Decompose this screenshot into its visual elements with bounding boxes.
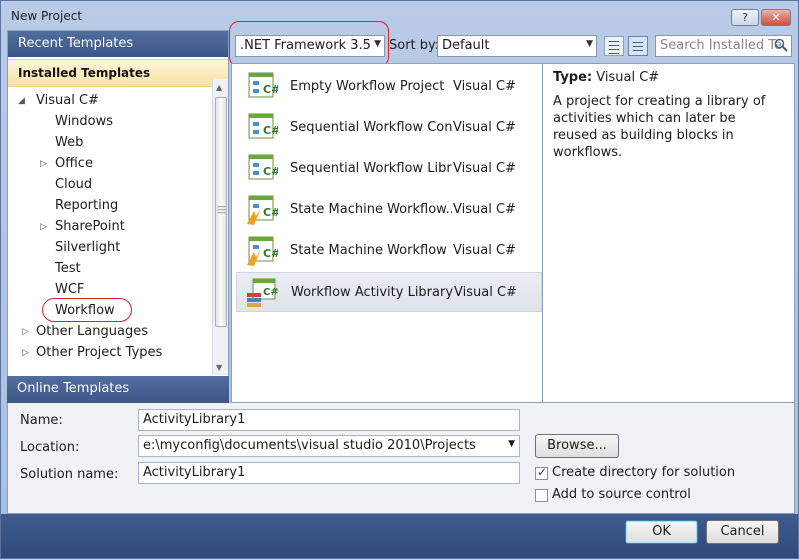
state-machine-workflow-icon: C#: [247, 236, 278, 266]
list-item-selected[interactable]: C# Workflow Activity Library Visual C#: [236, 272, 542, 312]
template-type: Type: Visual C#: [553, 70, 784, 85]
ok-button[interactable]: OK: [625, 520, 698, 544]
tree-item-label: Visual C#: [36, 93, 99, 108]
small-icons-view-button[interactable]: [604, 36, 624, 56]
svg-text:C#: C#: [263, 247, 278, 260]
sequential-workflow-icon: C#: [248, 154, 278, 180]
scroll-down-icon[interactable]: ▼: [216, 363, 222, 372]
create-directory-label[interactable]: Create directory for solution: [552, 465, 735, 480]
add-source-control-checkbox[interactable]: [535, 489, 548, 502]
tree-item-wcf[interactable]: WCF: [55, 282, 84, 302]
activity-library-icon: C#: [247, 278, 279, 307]
template-name: Sequential Workflow Libra...: [290, 161, 452, 176]
sort-by-label: Sort by:: [389, 38, 440, 53]
template-description: A project for creating a library of acti…: [553, 94, 766, 160]
title-bar: New Project ? ✕: [1, 1, 798, 28]
tree-item-label: Office: [55, 156, 93, 171]
collapsed-arrow-icon[interactable]: ▷: [22, 327, 29, 337]
cancel-button[interactable]: Cancel: [706, 520, 779, 544]
template-list: C# Empty Workflow Project Visual C# C# S…: [231, 63, 543, 403]
tree-item-windows[interactable]: Windows: [55, 114, 113, 134]
svg-text:C#: C#: [263, 206, 278, 219]
tree-scrollbar[interactable]: ▲ — — — ▼: [212, 79, 228, 375]
template-language: Visual C#: [454, 285, 517, 300]
tree-item-label: Other Languages: [36, 324, 148, 339]
template-language: Visual C#: [453, 202, 516, 217]
list-item[interactable]: C# Sequential Workflow Libra... Visual C…: [236, 149, 542, 189]
tree-item-web[interactable]: Web: [55, 135, 83, 155]
grip-icon: — — —: [217, 202, 226, 218]
scroll-thumb[interactable]: — — —: [215, 97, 227, 327]
framework-select[interactable]: .NET Framework 3.5 ▼: [235, 35, 385, 57]
toolbar: .NET Framework 3.5 ▼ Sort by: Default ▼ …: [229, 21, 795, 67]
create-directory-checkbox[interactable]: [535, 465, 548, 480]
template-name: Workflow Activity Library: [291, 285, 453, 300]
project-form: Name: ActivityLibrary1 Location: e:\myco…: [7, 403, 795, 514]
location-value: e:\myconfig\documents\visual studio 2010…: [143, 438, 476, 453]
template-description-pane: Type: Visual C# A project for creating a…: [543, 63, 795, 403]
chevron-down-icon: ▼: [586, 39, 593, 49]
type-value: Visual C#: [596, 70, 660, 85]
tree-item-workflow[interactable]: Workflow: [55, 303, 115, 323]
medium-icons-view-button[interactable]: [628, 36, 648, 56]
framework-value: .NET Framework 3.5: [240, 38, 371, 53]
template-language: Visual C#: [453, 161, 516, 176]
template-name: State Machine Workflow...: [290, 202, 452, 217]
svg-text:C#: C#: [263, 83, 278, 96]
browse-button[interactable]: Browse...: [535, 434, 619, 458]
template-language: Visual C#: [453, 243, 516, 258]
tree-item-silverlight[interactable]: Silverlight: [55, 240, 120, 260]
solution-name-label: Solution name:: [20, 467, 119, 482]
template-name: Sequential Workflow Cons...: [290, 120, 452, 135]
template-language: Visual C#: [453, 120, 516, 135]
tree-item-cloud[interactable]: Cloud: [55, 177, 92, 197]
location-label: Location:: [20, 440, 80, 455]
dialog-footer: OK Cancel: [1, 514, 798, 558]
online-templates-header[interactable]: Online Templates: [7, 376, 229, 403]
list-item[interactable]: C# State Machine Workflow... Visual C#: [236, 190, 542, 230]
state-machine-workflow-icon: C#: [247, 195, 278, 225]
collapsed-arrow-icon[interactable]: ▷: [22, 348, 29, 358]
recent-templates-header[interactable]: Recent Templates: [8, 31, 228, 57]
sort-value: Default: [442, 38, 490, 53]
sequential-workflow-icon: C#: [248, 113, 278, 139]
add-source-control-label[interactable]: Add to source control: [552, 487, 691, 502]
tree-item-reporting[interactable]: Reporting: [55, 198, 118, 218]
list-item[interactable]: C# Sequential Workflow Cons... Visual C#: [236, 108, 542, 148]
collapsed-arrow-icon[interactable]: ▷: [40, 222, 47, 232]
scroll-up-icon[interactable]: ▲: [216, 83, 222, 92]
search-icon[interactable]: [774, 38, 788, 52]
installed-templates-header[interactable]: Installed Templates: [8, 59, 228, 87]
tree-item-label: SharePoint: [55, 219, 125, 234]
name-label: Name:: [20, 413, 63, 428]
workflow-project-icon: C#: [248, 72, 278, 98]
expanded-arrow-icon[interactable]: ◢: [18, 96, 25, 106]
chevron-down-icon: ▼: [374, 39, 381, 49]
svg-text:C#: C#: [263, 165, 278, 178]
name-field[interactable]: ActivityLibrary1: [138, 409, 520, 431]
list-item[interactable]: C# State Machine Workflow L... Visual C#: [236, 231, 542, 271]
search-placeholder: Search Installed Te: [660, 38, 783, 53]
svg-text:C#: C#: [263, 287, 279, 298]
help-button[interactable]: ?: [731, 9, 759, 26]
svg-text:C#: C#: [263, 124, 278, 137]
search-input[interactable]: Search Installed Te: [655, 35, 792, 57]
close-button[interactable]: ✕: [761, 9, 791, 26]
type-label: Type:: [553, 70, 593, 85]
tree-item-label: Other Project Types: [36, 345, 163, 360]
new-project-dialog: New Project ? ✕ Recent Templates Install…: [0, 0, 799, 559]
tree-item-test[interactable]: Test: [55, 261, 81, 281]
window-title: New Project: [11, 9, 83, 23]
template-name: State Machine Workflow L...: [290, 243, 452, 258]
template-categories-pane: Recent Templates Installed Templates ◢ V…: [7, 30, 229, 403]
template-name: Empty Workflow Project: [290, 79, 445, 94]
sort-select[interactable]: Default ▼: [437, 35, 597, 57]
template-tree: ◢ Visual C# Windows Web ▷ Office Cloud R…: [8, 89, 212, 373]
solution-name-field[interactable]: ActivityLibrary1: [138, 462, 520, 484]
template-language: Visual C#: [453, 79, 516, 94]
chevron-down-icon: ▼: [508, 439, 515, 449]
collapsed-arrow-icon[interactable]: ▷: [40, 159, 47, 169]
location-select[interactable]: e:\myconfig\documents\visual studio 2010…: [138, 435, 520, 457]
list-item[interactable]: C# Empty Workflow Project Visual C#: [236, 67, 542, 107]
